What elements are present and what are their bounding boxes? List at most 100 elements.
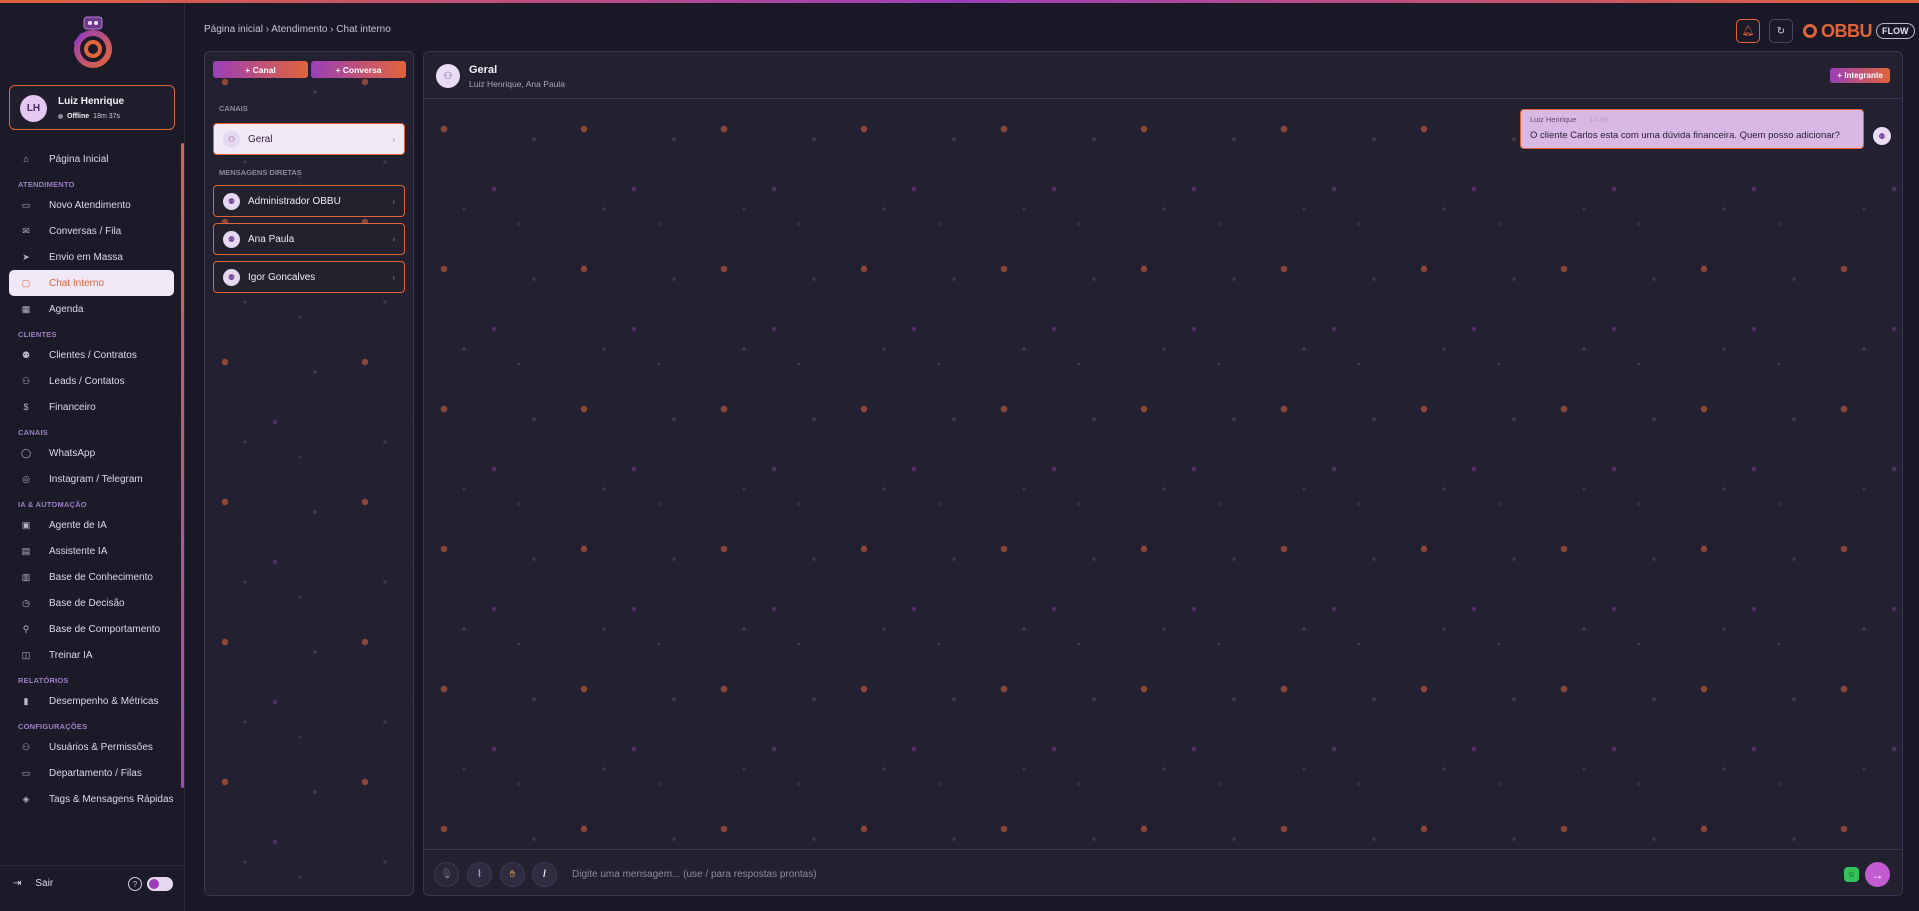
- message-composer: 🎙︎ ⌇ ✋︎ / ☺ →: [424, 849, 1902, 895]
- send-icon: ➤: [22, 251, 30, 262]
- sidebar-item-label: Base de Conhecimento: [49, 571, 153, 583]
- group-icon: ⚇: [223, 130, 240, 148]
- microphone-button[interactable]: 🎙︎: [434, 862, 459, 887]
- message-input[interactable]: [572, 862, 1872, 887]
- dm-item-administrador-obbu[interactable]: ⚉ Administrador OBBU ›: [213, 185, 405, 217]
- dm-name: Administrador OBBU: [248, 195, 341, 207]
- sidebar-item-agente-de-ia[interactable]: ▣ Agente de IA: [9, 512, 174, 538]
- channels-panel: + Canal + Conversa CANAIS ⚇ Geral › MENS…: [204, 51, 414, 896]
- nav-section-heading: IA & AUTOMAÇÃO: [18, 500, 87, 509]
- home-icon: ⌂: [23, 154, 29, 164]
- sidebar-item-agenda[interactable]: ▦ Agenda: [9, 296, 174, 322]
- refresh-button[interactable]: ↻: [1769, 19, 1793, 43]
- inbox-icon: ✉: [22, 225, 30, 236]
- brand-tag: FLOW: [1876, 23, 1915, 39]
- sidebar-item-clientes-contratos[interactable]: ⚉ Clientes / Contratos: [9, 342, 174, 368]
- nav-section-heading: CANAIS: [18, 428, 48, 437]
- nav-section-heading: CONFIGURAÇÕES: [18, 722, 88, 731]
- book-icon: ▥: [21, 571, 31, 582]
- message-avatar: ⚉: [1873, 127, 1891, 145]
- sidebar-item-departamento-filas[interactable]: ▭ Departamento / Filas: [9, 760, 174, 786]
- new-conversation-button[interactable]: + Conversa: [311, 61, 406, 78]
- sidebar-item-leads-contatos[interactable]: ⚇ Leads / Contatos: [9, 368, 174, 394]
- status-duration: 18m 37s: [93, 113, 121, 120]
- sidebar-item-financeiro[interactable]: $ Financeiro: [9, 394, 174, 420]
- sidebar-item-envio-em-massa[interactable]: ➤ Envio em Massa: [9, 244, 174, 270]
- user-status: Offline 18m 37s: [58, 113, 120, 120]
- slash-icon: /: [543, 869, 546, 880]
- message-list[interactable]: Luiz Henrique 14:39 O cliente Carlos est…: [424, 99, 1902, 849]
- sidebar-item-chat-interno[interactable]: ▢ Chat Interno: [9, 270, 174, 296]
- sidebar-nav: ⌂ Página Inicial ATENDIMENTO ▭ Novo Atendime…: [9, 146, 174, 812]
- message-text: O cliente Carlos esta com uma dúvida fin…: [1530, 130, 1840, 141]
- sidebar-item-pagina-inicial[interactable]: ⌂ Página Inicial: [9, 146, 174, 172]
- chat-panel: ⚇ Geral Luiz Henrique, Ana Paula + Integ…: [423, 51, 1903, 896]
- add-member-button[interactable]: + Integrante: [1830, 68, 1890, 83]
- emoji-button[interactable]: ✋︎: [500, 862, 525, 887]
- message-bubble[interactable]: Luiz Henrique 14:39 O cliente Carlos est…: [1520, 109, 1864, 149]
- paperclip-icon: ⌇: [477, 869, 482, 880]
- sidebar-scrollbar[interactable]: [181, 143, 184, 788]
- new-channel-button[interactable]: + Canal: [213, 61, 308, 78]
- sidebar-item-whatsapp[interactable]: ◯ WhatsApp: [9, 440, 174, 466]
- notification-button[interactable]: 🔔︎: [1736, 19, 1760, 43]
- robot-icon: ☺: [1847, 870, 1856, 879]
- sidebar-item-base-de-conhecimento[interactable]: ▥ Base de Conhecimento: [9, 564, 174, 590]
- user-icon: ⚉: [223, 192, 240, 210]
- sidebar-item-novo-atendimento[interactable]: ▭ Novo Atendimento: [9, 192, 174, 218]
- sidebar-item-conversas-fila[interactable]: ✉ Conversas / Fila: [9, 218, 174, 244]
- send-button[interactable]: →: [1865, 862, 1890, 887]
- brand-name: OBBU: [1821, 20, 1873, 41]
- sidebar-item-treinar-ia[interactable]: ◫ Treinar IA: [9, 642, 174, 668]
- chevron-right-icon: ›: [392, 134, 395, 144]
- channel-name: Geral: [248, 133, 273, 145]
- sidebar-item-label: Base de Decisão: [49, 597, 125, 609]
- nav-section-heading: RELATÓRIOS: [18, 676, 69, 685]
- help-button[interactable]: ?: [128, 877, 142, 891]
- robot-icon: ▣: [21, 519, 31, 530]
- sidebar-item-label: WhatsApp: [49, 447, 96, 459]
- group-icon: ⚇: [436, 64, 460, 88]
- sidebar-item-label: Chat Interno: [49, 277, 105, 289]
- message-plus-icon: ▭: [21, 199, 31, 210]
- instagram-icon: ◎: [22, 473, 30, 484]
- sidebar-item-base-de-decisao[interactable]: ◷ Base de Decisão: [9, 590, 174, 616]
- status-dot-icon: [58, 114, 63, 119]
- obbu-robot-logo-icon[interactable]: [68, 13, 118, 69]
- assistant-icon: ▤: [21, 545, 31, 556]
- sidebar-item-instagram-telegram[interactable]: ◎ Instagram / Telegram: [9, 466, 174, 492]
- sidebar-item-assistente-ia[interactable]: ▤ Assistente IA: [9, 538, 174, 564]
- user-name: Luiz Henrique: [58, 96, 125, 107]
- dm-item-igor-goncalves[interactable]: ⚉ Igor Goncalves ›: [213, 261, 405, 293]
- sidebar-item-label: Agente de IA: [49, 519, 107, 531]
- sidebar-item-label: Agenda: [49, 303, 84, 315]
- logout-label: Sair: [35, 878, 54, 889]
- theme-toggle[interactable]: [147, 877, 173, 891]
- sidebar-item-base-de-comportamento[interactable]: ⚲ Base de Comportamento: [9, 616, 174, 642]
- sidebar-item-desempenho-metricas[interactable]: ▮ Desempenho & Métricas: [9, 688, 174, 714]
- dm-item-ana-paula[interactable]: ⚉ Ana Paula ›: [213, 223, 405, 255]
- channel-item-geral[interactable]: ⚇ Geral ›: [213, 123, 405, 155]
- training-icon: ◫: [21, 649, 31, 660]
- quick-replies-button[interactable]: /: [532, 862, 557, 887]
- attach-button[interactable]: ⌇: [467, 862, 492, 887]
- ai-assist-button[interactable]: ☺: [1844, 867, 1859, 882]
- briefcase-icon: ▭: [21, 767, 31, 778]
- users-icon: ⚇: [21, 741, 31, 752]
- user-plus-icon: ⚇: [21, 375, 31, 386]
- sidebar-item-label: Treinar IA: [49, 649, 93, 661]
- chat-members: Luiz Henrique, Ana Paula: [469, 79, 565, 89]
- logout-button[interactable]: ⇥ Sair: [13, 878, 53, 889]
- bell-icon: 🔔︎: [1741, 25, 1755, 37]
- dm-name: Ana Paula: [248, 233, 295, 245]
- arrow-right-icon: →: [1871, 867, 1884, 882]
- sidebar-item-usuarios-permissoes[interactable]: ⚇ Usuários & Permissões: [9, 734, 174, 760]
- sidebar-item-label: Novo Atendimento: [49, 199, 131, 211]
- user-card[interactable]: LH Luiz Henrique Offline 18m 37s: [9, 85, 175, 130]
- sidebar-item-tags-mensagens-rapidas[interactable]: ◈ Tags & Mensagens Rápidas: [9, 786, 174, 812]
- dm-name: Igor Goncalves: [248, 271, 316, 283]
- status-label: Offline: [67, 113, 90, 120]
- chat-header: ⚇ Geral Luiz Henrique, Ana Paula + Integ…: [424, 52, 1902, 99]
- bar-chart-icon: ▮: [23, 695, 29, 706]
- channels-heading: CANAIS: [219, 104, 248, 113]
